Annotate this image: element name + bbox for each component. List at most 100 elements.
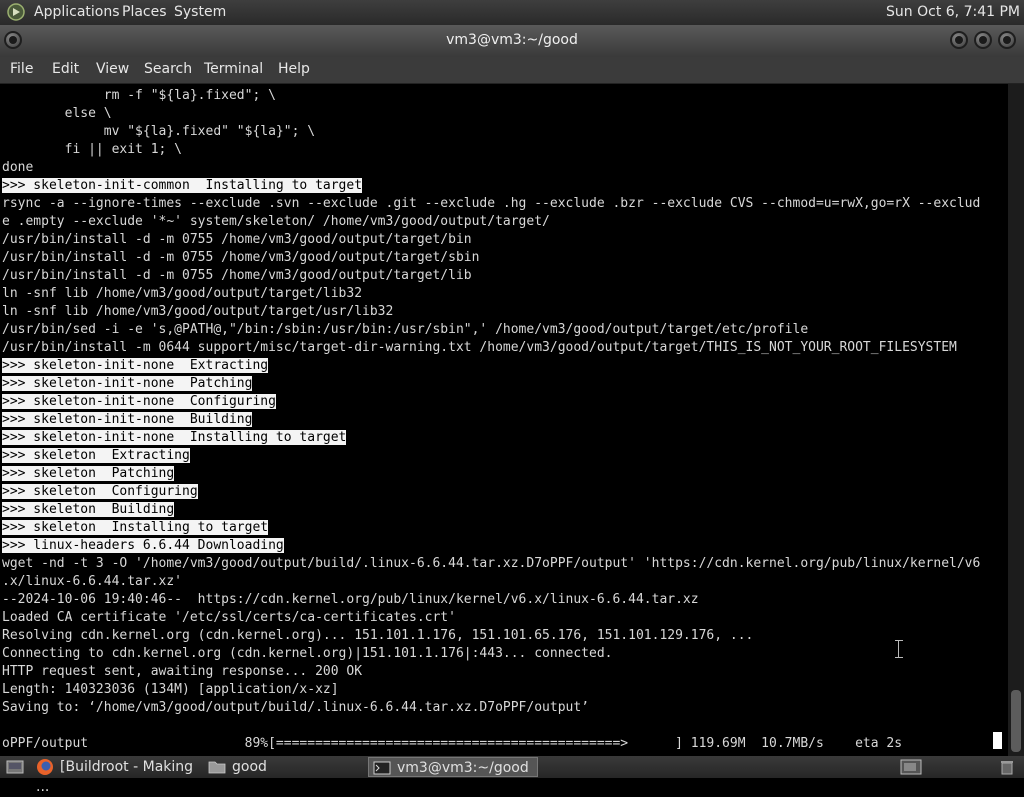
window-titlebar[interactable]: vm3@vm3:~/good — [0, 25, 1024, 57]
terminal-line-text: Resolving cdn.kernel.org (cdn.kernel.org… — [2, 628, 754, 643]
terminal-line-text: rsync -a --ignore-times --exclude .svn -… — [2, 196, 981, 211]
terminal-line-text: mv "${la}.fixed" "${la}"; \ — [2, 124, 316, 139]
trash-button[interactable] — [996, 757, 1024, 777]
taskbar-item-firefox[interactable]: [Buildroot - Making ... — [32, 757, 206, 795]
clock[interactable]: Sun Oct 6, 7:41 PM — [886, 4, 1020, 20]
terminal-line-text: else \ — [2, 106, 112, 121]
terminal-line-text: HTTP request sent, awaiting response... … — [2, 664, 363, 679]
terminal-line-text: /usr/bin/sed -i -e 's,@PATH@,"/bin:/sbin… — [2, 322, 809, 337]
terminal-line: ln -snf lib /home/vm3/good/output/target… — [2, 285, 980, 303]
terminal-line: HTTP request sent, awaiting response... … — [2, 663, 980, 681]
terminal-line-highlighted: >>> skeleton Configuring — [2, 483, 980, 501]
terminal-line-text: rm -f "${la}.fixed"; \ — [2, 88, 276, 103]
terminal-line: oPPF/output 89%[========================… — [2, 735, 980, 753]
terminal-line-highlighted: >>> skeleton-init-none Extracting — [2, 357, 980, 375]
terminal-line-highlighted: >>> linux-headers 6.6.44 Downloading — [2, 537, 980, 555]
terminal-line-text: ln -snf lib /home/vm3/good/output/target… — [2, 286, 363, 301]
folder-icon — [208, 761, 226, 774]
terminal-line-highlighted: >>> skeleton-init-none Building — [2, 411, 980, 429]
terminal-lines: rm -f "${la}.fixed"; \ else \ mv "${la}.… — [2, 87, 980, 753]
terminal-scrollbar[interactable] — [1008, 84, 1024, 756]
firefox-icon — [37, 759, 53, 775]
maximize-button[interactable] — [974, 31, 992, 49]
terminal-line: /usr/bin/sed -i -e 's,@PATH@,"/bin:/sbin… — [2, 321, 980, 339]
terminal-line-text: .x/linux-6.6.44.tar.xz' — [2, 574, 183, 589]
menu-search[interactable]: Search — [144, 61, 192, 77]
minimize-button[interactable] — [950, 31, 968, 49]
terminal-line-text: >>> skeleton Extracting — [2, 448, 190, 463]
menu-edit[interactable]: Edit — [52, 61, 79, 77]
mouse-ibeam-cursor — [895, 640, 905, 658]
terminal-line: fi || exit 1; \ — [2, 141, 980, 159]
terminal-line-text: >>> linux-headers 6.6.44 Downloading — [2, 538, 284, 553]
terminal-line-highlighted: >>> skeleton-init-none Configuring — [2, 393, 980, 411]
menu-help[interactable]: Help — [278, 61, 310, 77]
scrollbar-thumb[interactable] — [1011, 690, 1021, 752]
taskbar-item-good[interactable]: good — [204, 757, 368, 777]
terminal-line: rm -f "${la}.fixed"; \ — [2, 87, 980, 105]
terminal-line-text: e .empty --exclude '*~' system/skeleton/… — [2, 214, 550, 229]
taskbar-item-terminal[interactable]: vm3@vm3:~/good — [368, 757, 538, 777]
terminal-line-text: --2024-10-06 19:40:46-- https://cdn.kern… — [2, 592, 699, 607]
terminal-line-text: fi || exit 1; \ — [2, 142, 183, 157]
bottom-panel: [Buildroot - Making ... good vm3@vm3:~/g… — [0, 756, 1024, 795]
taskbar-label: [Buildroot - Making ... — [36, 759, 194, 795]
terminal-line-text: >>> skeleton-init-none Extracting — [2, 358, 269, 373]
terminal-line: done — [2, 159, 980, 177]
applications-menu[interactable]: Applications — [34, 4, 120, 20]
terminal-line-text: >>> skeleton Patching — [2, 466, 175, 481]
terminal-line: e .empty --exclude '*~' system/skeleton/… — [2, 213, 980, 231]
terminal-line: /usr/bin/install -d -m 0755 /home/vm3/go… — [2, 249, 980, 267]
terminal-line-text: >>> skeleton-init-common Installing to t… — [2, 178, 363, 193]
terminal-line: /usr/bin/install -m 0644 support/misc/ta… — [2, 339, 980, 357]
workspace-switcher[interactable] — [896, 757, 930, 777]
terminal-line-text: /usr/bin/install -m 0644 support/misc/ta… — [2, 340, 957, 355]
terminal-line: .x/linux-6.6.44.tar.xz' — [2, 573, 980, 591]
terminal-line: Connecting to cdn.kernel.org (cdn.kernel… — [2, 645, 980, 663]
taskbar-label: vm3@vm3:~/good — [397, 760, 529, 776]
terminal-line: wget -nd -t 3 -O '/home/vm3/good/output/… — [2, 555, 980, 573]
terminal-line-highlighted: >>> skeleton Installing to target — [2, 519, 980, 537]
terminal-line-text: ln -snf lib /home/vm3/good/output/target… — [2, 304, 394, 319]
show-desktop-icon — [6, 760, 24, 774]
terminal-line-text: >>> skeleton-init-none Patching — [2, 376, 253, 391]
menubar: File Edit View Search Terminal Help — [0, 57, 1024, 84]
top-panel: Applications Places System Sun Oct 6, 7:… — [0, 0, 1024, 25]
terminal-cursor — [993, 732, 1002, 749]
terminal-line-text: >>> skeleton-init-none Installing to tar… — [2, 430, 347, 445]
places-menu[interactable]: Places — [122, 4, 167, 20]
terminal-output[interactable]: rm -f "${la}.fixed"; \ else \ mv "${la}.… — [0, 84, 1008, 756]
show-desktop-button[interactable] — [2, 757, 30, 777]
terminal-line: /usr/bin/install -d -m 0755 /home/vm3/go… — [2, 267, 980, 285]
terminal-line-text: /usr/bin/install -d -m 0755 /home/vm3/go… — [2, 232, 472, 247]
terminal-line: ln -snf lib /home/vm3/good/output/target… — [2, 303, 980, 321]
terminal-icon — [373, 761, 391, 775]
terminal-line-highlighted: >>> skeleton Extracting — [2, 447, 980, 465]
menu-terminal[interactable]: Terminal — [204, 61, 263, 77]
terminal-line: mv "${la}.fixed" "${la}"; \ — [2, 123, 980, 141]
terminal-line: Loaded CA certificate '/etc/ssl/certs/ca… — [2, 609, 980, 627]
menu-file[interactable]: File — [10, 61, 33, 77]
menu-view[interactable]: View — [96, 61, 129, 77]
terminal-line-highlighted: >>> skeleton Building — [2, 501, 980, 519]
terminal-line-text: Connecting to cdn.kernel.org (cdn.kernel… — [2, 646, 613, 661]
terminal-line: rsync -a --ignore-times --exclude .svn -… — [2, 195, 980, 213]
terminal-line-text: Length: 140323036 (134M) [application/x-… — [2, 682, 339, 697]
system-menu[interactable]: System — [174, 4, 226, 20]
taskbar-label: good — [232, 759, 267, 775]
workspace-icon — [900, 759, 922, 775]
applications-logo-icon[interactable] — [7, 3, 25, 21]
terminal-line: Saving to: ‘/home/vm3/good/output/build/… — [2, 699, 980, 717]
terminal-line-text: >>> skeleton Building — [2, 502, 175, 517]
terminal-line-text: Saving to: ‘/home/vm3/good/output/build/… — [2, 700, 589, 715]
terminal-line-highlighted: >>> skeleton-init-none Installing to tar… — [2, 429, 980, 447]
workspace-2[interactable] — [966, 757, 994, 777]
terminal-line-text: >>> skeleton-init-none Configuring — [2, 394, 276, 409]
close-button[interactable] — [998, 31, 1016, 49]
terminal-line-highlighted: >>> skeleton-init-common Installing to t… — [2, 177, 980, 195]
terminal-line-highlighted: >>> skeleton Patching — [2, 465, 980, 483]
trash-icon — [1001, 761, 1013, 775]
terminal-line: else \ — [2, 105, 980, 123]
terminal-line-text: done — [2, 160, 34, 175]
